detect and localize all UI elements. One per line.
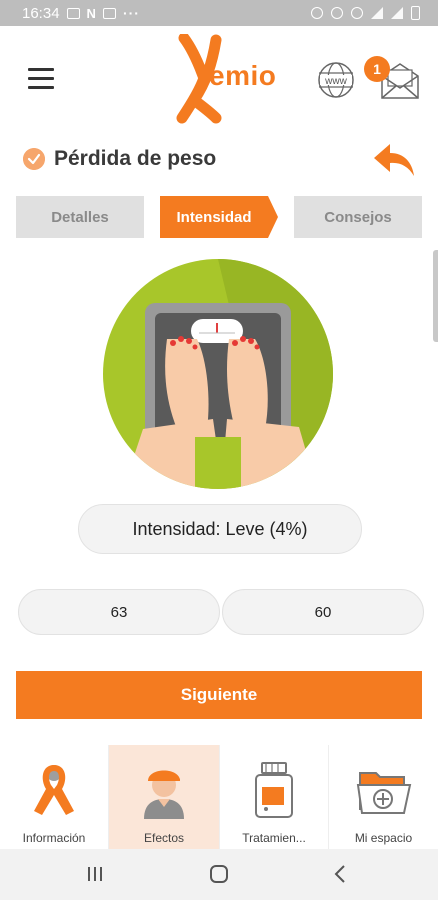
intensity-display: Intensidad: Leve (4%)	[78, 504, 362, 554]
back-icon[interactable]	[326, 861, 356, 887]
nav-label-informacion: Información	[22, 831, 86, 845]
medicine-bottle-icon	[255, 762, 293, 818]
app-header: emio www 1	[0, 26, 438, 130]
more-notifications-icon: ···	[122, 5, 140, 21]
next-button[interactable]: Siguiente	[16, 671, 422, 719]
n-icon: N	[86, 5, 96, 21]
scale-feet-illustration	[103, 259, 333, 489]
ribbon-icon	[34, 765, 74, 815]
bluetooth-icon	[331, 7, 343, 19]
edge-panel-handle[interactable]	[433, 250, 438, 342]
person-icon	[144, 770, 184, 819]
back-arrow-icon[interactable]	[372, 142, 416, 178]
www-label: www	[324, 76, 347, 87]
folder-plus-icon	[356, 772, 411, 814]
nav-item-informacion[interactable]: Información	[0, 745, 108, 849]
gallery-icon	[66, 7, 80, 19]
tab-consejos[interactable]: Consejos	[294, 196, 422, 238]
tab-intensidad[interactable]: Intensidad	[160, 196, 268, 238]
weight-before-field[interactable]: 63	[18, 589, 220, 635]
mute-icon	[351, 7, 363, 19]
nav-item-mi-espacio[interactable]: Mi espacio	[329, 745, 438, 849]
logo-text: emio	[209, 60, 277, 91]
nav-item-efectos[interactable]: Efectos	[109, 745, 219, 849]
wifi-icon	[371, 7, 383, 19]
home-icon[interactable]	[204, 861, 234, 887]
signal-icon	[391, 7, 403, 19]
notification-badge: 1	[364, 56, 390, 82]
page-title: Pérdida de peso	[54, 147, 217, 170]
message-icon	[102, 7, 116, 19]
title-row: Pérdida de peso	[0, 138, 438, 182]
bottom-nav: Información Efectos Tratamien... Mi espa…	[0, 745, 438, 849]
globe-www-icon[interactable]: www	[316, 60, 356, 100]
nav-item-tratamientos[interactable]: Tratamien...	[220, 745, 328, 849]
active-tab-arrow	[268, 196, 278, 238]
system-nav-bar	[0, 849, 438, 900]
status-bar: 16:34 N ···	[0, 0, 438, 26]
alarm-icon	[311, 7, 323, 19]
nav-label-tratamientos: Tratamien...	[242, 831, 306, 845]
check-circle-icon	[23, 148, 45, 170]
status-time: 16:34	[22, 4, 60, 22]
app-screen: 16:34 N ··· emio www 1 Pérdida de peso D…	[0, 0, 438, 900]
nav-label-efectos: Efectos	[143, 831, 185, 845]
tab-detalles[interactable]: Detalles	[16, 196, 144, 238]
tabs: Detalles Intensidad Consejos	[16, 196, 422, 238]
nav-label-mi-espacio: Mi espacio	[354, 831, 413, 845]
status-right	[311, 0, 420, 26]
menu-button[interactable]	[28, 68, 54, 90]
recent-apps-icon[interactable]	[80, 861, 110, 887]
battery-icon	[411, 6, 420, 20]
status-left: 16:34 N ···	[0, 5, 140, 22]
weight-after-field[interactable]: 60	[222, 589, 424, 635]
